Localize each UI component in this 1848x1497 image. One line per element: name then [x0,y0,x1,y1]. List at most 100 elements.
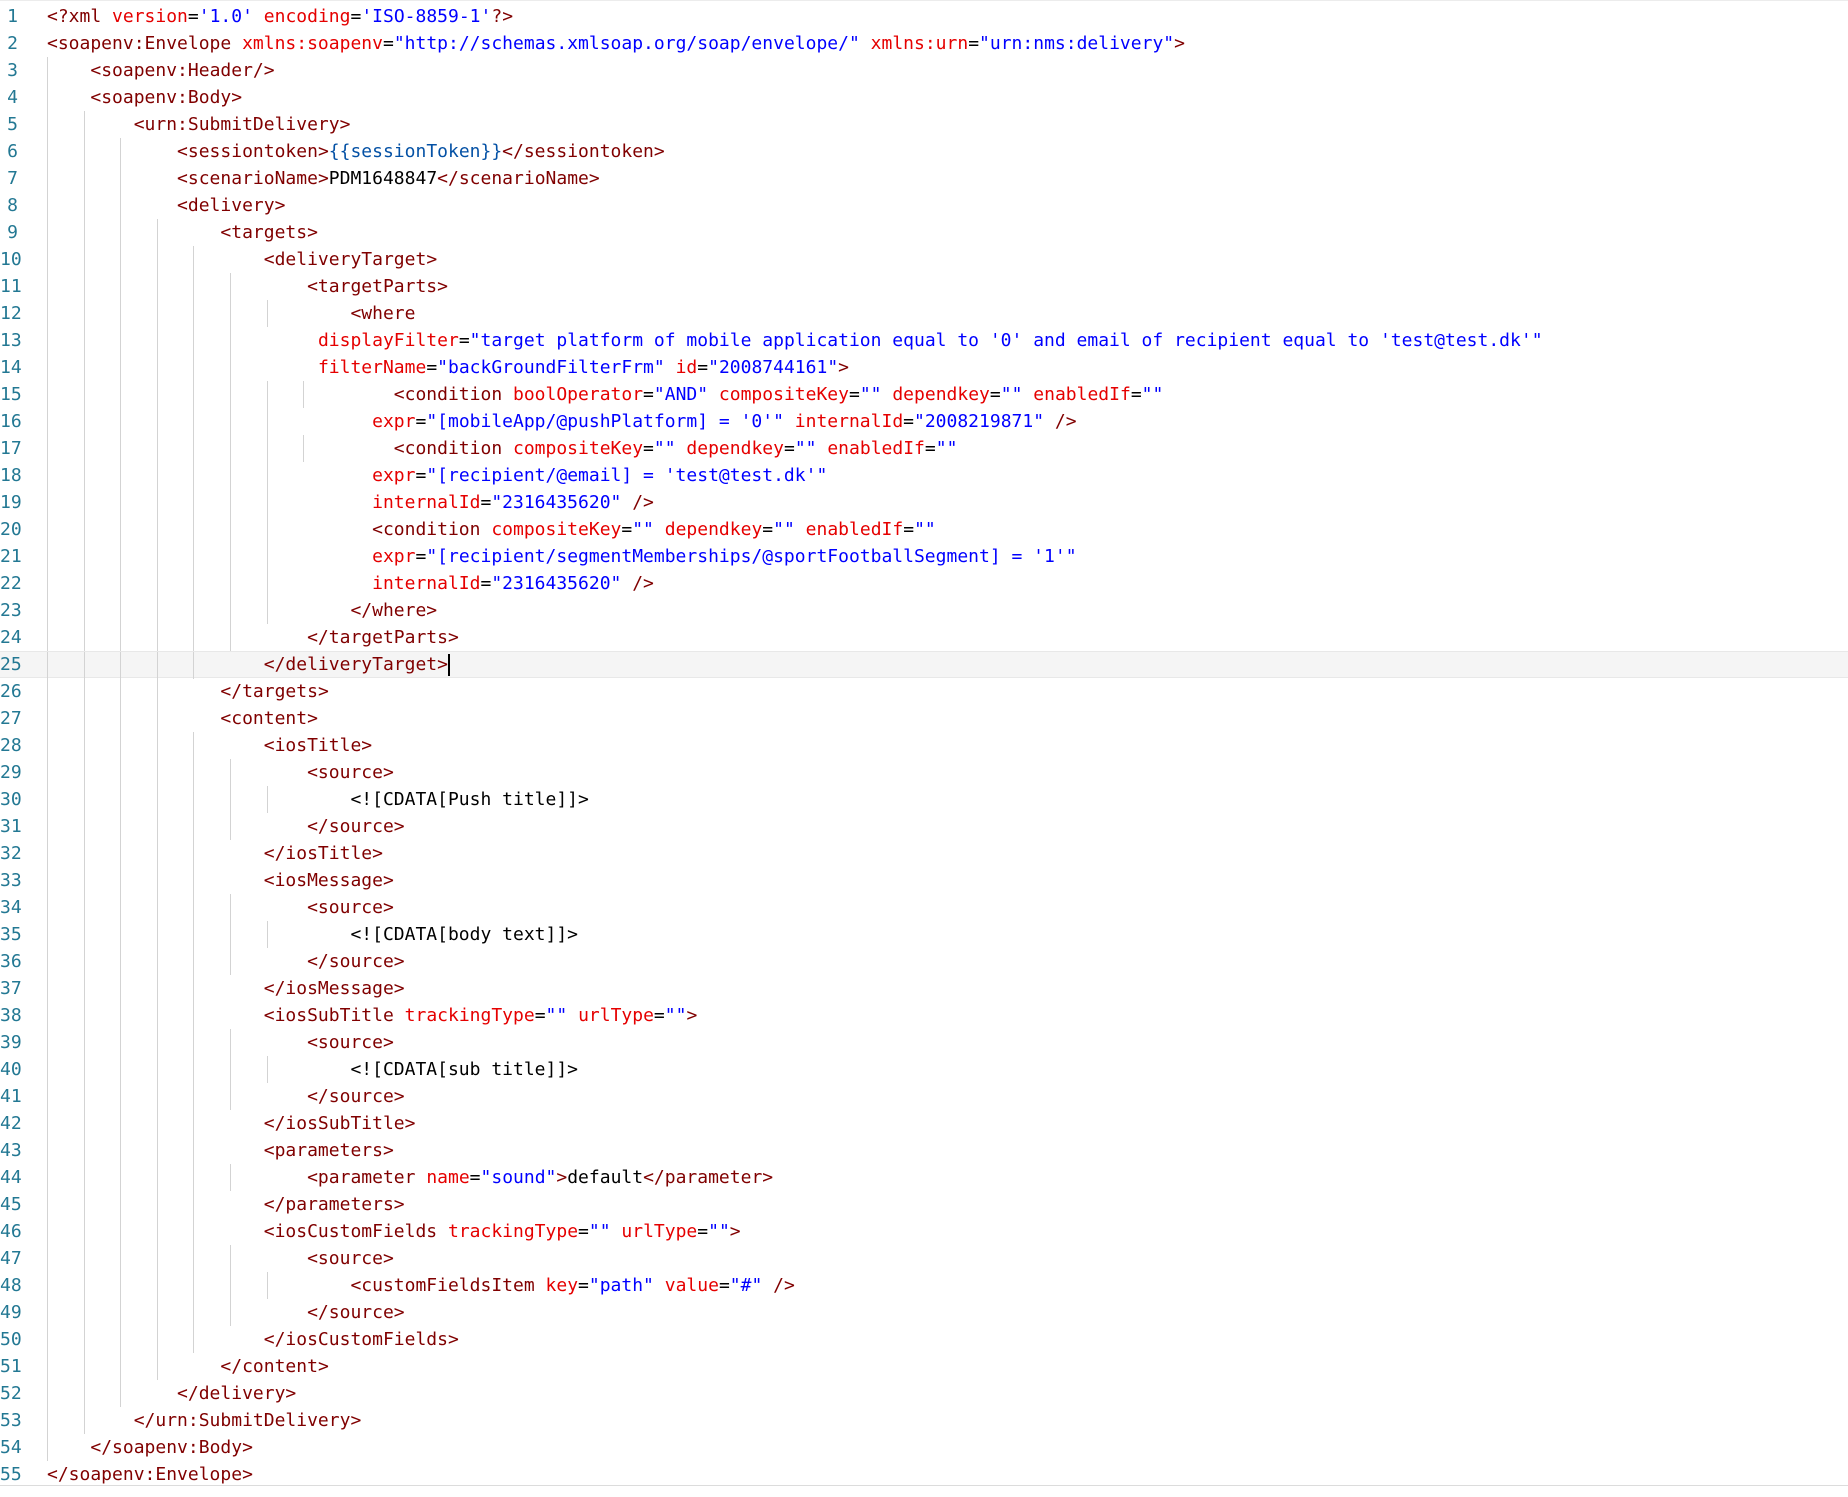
indent-guide [230,327,231,354]
code-line[interactable]: 27 <content> [0,705,1848,732]
indent-guide [47,1326,48,1353]
code-line[interactable]: 23 </where> [0,597,1848,624]
indent-guide [120,1029,121,1056]
indent-guide [193,246,194,273]
code-line[interactable]: 45 </parameters> [0,1191,1848,1218]
code-line[interactable]: 54 </soapenv:Body> [0,1434,1848,1461]
code-line[interactable]: 5 <urn:SubmitDelivery> [0,111,1848,138]
indent-guide [157,975,158,1002]
line-number: 3 [7,60,18,81]
code-line[interactable]: 1 <?xml version='1.0' encoding='ISO-8859-… [0,3,1848,30]
code-text: <iosMessage> [263,870,394,891]
indent-guide [47,813,48,840]
code-line[interactable]: 41 </source> [0,1083,1848,1110]
code-line[interactable]: 14 filterName="backGroundFilterFrm" id="… [0,354,1848,381]
code-line[interactable]: 35 <![CDATA[body text]]> [0,921,1848,948]
code-line[interactable]: 9 <targets> [0,219,1848,246]
indent-guide [157,1137,158,1164]
code-line[interactable]: 53 </urn:SubmitDelivery> [0,1407,1848,1434]
indent-guide [157,921,158,948]
line-number: 29 [0,762,22,783]
line-number: 49 [0,1302,22,1323]
code-line[interactable]: 2 <soapenv:Envelope xmlns:soapenv="http:/… [0,30,1848,57]
code-line[interactable]: 38 <iosSubTitle trackingType="" urlType=… [0,1002,1848,1029]
code-text: expr="[mobileApp/@pushPlatform] = '0'" i… [372,411,1077,432]
code-line[interactable]: 39 <source> [0,1029,1848,1056]
code-line[interactable]: 36 </source> [0,948,1848,975]
code-line[interactable]: 25 </deliveryTarget> [0,651,1848,679]
code-line[interactable]: 26 </targets> [0,678,1848,705]
code-line[interactable]: 47 <source> [0,1245,1848,1272]
code-line[interactable]: 31 </source> [0,813,1848,840]
indent-guide [120,381,121,408]
indent-guide [120,570,121,597]
code-line[interactable]: 24 </targetParts> [0,624,1848,651]
code-line[interactable]: 33 <iosMessage> [0,867,1848,894]
indent-guide [157,462,158,489]
indent-guide [193,624,194,651]
indent-guide [47,381,48,408]
code-line[interactable]: 55 </soapenv:Envelope> [0,1461,1848,1485]
indent-guide [193,435,194,462]
code-line[interactable]: 22 internalId="2316435620" /> [0,570,1848,597]
code-line[interactable]: 13 displayFilter="target platform of mob… [0,327,1848,354]
indent-guide [267,543,268,570]
indent-guide [120,1380,121,1407]
line-number: 53 [0,1410,22,1431]
code-line[interactable]: 10 <deliveryTarget> [0,246,1848,273]
code-line[interactable]: 42 </iosSubTitle> [0,1110,1848,1137]
code-line[interactable]: 20 <condition compositeKey="" dependkey=… [0,516,1848,543]
code-line[interactable]: 4 <soapenv:Body> [0,84,1848,111]
code-line[interactable]: 50 </iosCustomFields> [0,1326,1848,1353]
code-line[interactable]: 11 <targetParts> [0,273,1848,300]
indent-guide [193,840,194,867]
code-line[interactable]: 37 </iosMessage> [0,975,1848,1002]
line-number: 46 [0,1221,22,1242]
indent-guide [47,273,48,300]
code-line[interactable]: 8 <delivery> [0,192,1848,219]
indent-guide [303,381,304,408]
code-line[interactable]: 19 internalId="2316435620" /> [0,489,1848,516]
code-line[interactable]: 30 <![CDATA[Push title]]> [0,786,1848,813]
indent-guide [230,624,231,651]
indent-guide [120,1056,121,1083]
indent-guide [84,1299,85,1326]
code-line[interactable]: 46 <iosCustomFields trackingType="" urlT… [0,1218,1848,1245]
indent-guide [230,1272,231,1299]
code-line[interactable]: 16 expr="[mobileApp/@pushPlatform] = '0'… [0,408,1848,435]
code-line[interactable]: 49 </source> [0,1299,1848,1326]
code-line[interactable]: 44 <parameter name="sound">default</para… [0,1164,1848,1191]
code-text: <source> [307,897,394,918]
code-line[interactable]: 21 expr="[recipient/segmentMemberships/@… [0,543,1848,570]
code-text: <customFieldsItem key="path" value="#" /… [350,1275,795,1296]
code-line[interactable]: 18 expr="[recipient/@email] = 'test@test… [0,462,1848,489]
indent-guide [47,948,48,975]
code-line[interactable]: 12 <where [0,300,1848,327]
code-line[interactable]: 52 </delivery> [0,1380,1848,1407]
code-line[interactable]: 29 <source> [0,759,1848,786]
code-text: </iosCustomFields> [263,1329,459,1350]
indent-guide [120,1164,121,1191]
code-text: expr="[recipient/@email] = 'test@test.dk… [372,465,828,486]
indent-guide [230,435,231,462]
code-line[interactable]: 7 <scenarioName>PDM1648847</scenarioName… [0,165,1848,192]
code-line[interactable]: 28 <iosTitle> [0,732,1848,759]
code-text: <soapenv:Body> [90,87,243,108]
code-line[interactable]: 6 <sessiontoken>{{sessionToken}}</sessio… [0,138,1848,165]
code-line[interactable]: 43 <parameters> [0,1137,1848,1164]
code-editor[interactable]: 1 <?xml version='1.0' encoding='ISO-8859-… [0,0,1848,1486]
line-number: 7 [7,168,18,189]
code-line[interactable]: 40 <![CDATA[sub title]]> [0,1056,1848,1083]
code-line[interactable]: 51 </content> [0,1353,1848,1380]
indent-guide [157,678,158,705]
code-line[interactable]: 48 <customFieldsItem key="path" value="#… [0,1272,1848,1299]
indent-guide [193,543,194,570]
code-line[interactable]: 34 <source> [0,894,1848,921]
indent-guide [230,1056,231,1083]
code-line[interactable]: 3 <soapenv:Header/> [0,57,1848,84]
code-text: </urn:SubmitDelivery> [133,1410,362,1431]
code-line[interactable]: 17 <condition compositeKey="" dependkey=… [0,435,1848,462]
indent-guide [47,1353,48,1380]
code-line[interactable]: 32 </iosTitle> [0,840,1848,867]
code-line[interactable]: 15 <condition boolOperator="AND" composi… [0,381,1848,408]
